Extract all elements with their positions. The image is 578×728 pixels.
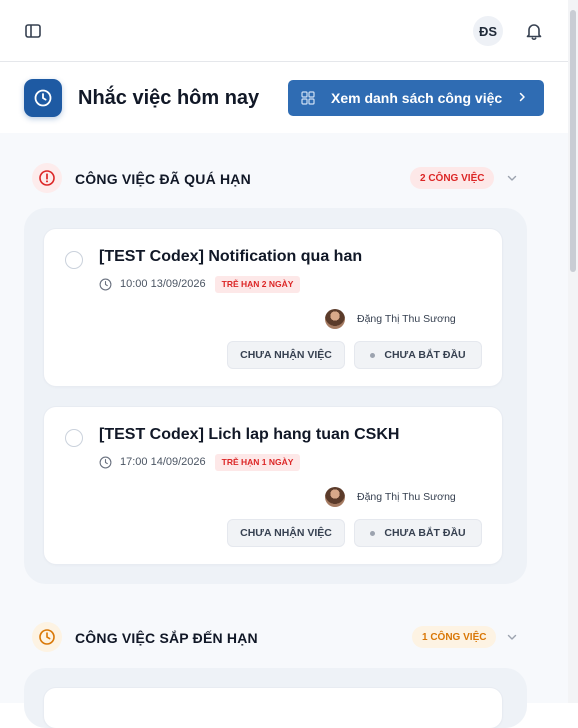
overdue-section-title: CÔNG VIỆC ĐÃ QUÁ HẠN [75, 171, 251, 187]
assignee-avatar [325, 487, 345, 507]
view-task-list-button[interactable]: Xem danh sách công việc [288, 80, 544, 116]
task-due-time: 10:00 13/09/2026 [120, 278, 206, 290]
task-card[interactable] [44, 688, 502, 728]
accept-task-button[interactable]: CHƯA NHẬN VIỆC [227, 341, 345, 369]
assignee-name: Đặng Thị Thu Sương [357, 491, 456, 503]
overdue-task-group: [TEST Codex] Notification qua han 10:00 … [24, 208, 527, 584]
status-dot [370, 352, 376, 358]
clock-icon [32, 622, 62, 652]
upcoming-count-badge: 1 CÔNG VIỆC [412, 626, 497, 648]
status-dot [370, 530, 376, 536]
top-bar: ĐS [0, 0, 568, 62]
task-assignee: Đặng Thị Thu Sương [325, 487, 456, 507]
task-card[interactable]: [TEST Codex] Notification qua han 10:00 … [44, 229, 502, 386]
upcoming-section-header[interactable]: CÔNG VIỆC SẮP ĐẾN HẠN 1 CÔNG VIỆC [0, 616, 568, 662]
view-task-list-label: Xem danh sách công việc [331, 90, 503, 106]
overdue-section-header[interactable]: CÔNG VIỆC ĐÃ QUÁ HẠN 2 CÔNG VIỆC [0, 157, 568, 203]
task-card[interactable]: [TEST Codex] Lich lap hang tuan CSKH 17:… [44, 407, 502, 564]
upcoming-task-group [24, 668, 527, 728]
chevron-down-icon[interactable] [505, 630, 519, 644]
task-meta: 10:00 13/09/2026 TRỄ HẠN 2 NGÀY [99, 275, 301, 293]
late-badge: TRỄ HẠN 1 NGÀY [214, 453, 301, 471]
task-meta: 17:00 14/09/2026 TRỄ HẠN 1 NGÀY [99, 453, 301, 471]
alert-circle-icon [32, 163, 62, 193]
assignee-name: Đặng Thị Thu Sương [357, 313, 456, 325]
task-complete-radio[interactable] [65, 251, 83, 269]
task-title[interactable]: [TEST Codex] Lich lap hang tuan CSKH [99, 426, 399, 444]
scrollbar-thumb[interactable] [570, 10, 576, 272]
task-status-label: CHƯA BẮT ĐẦU [384, 349, 466, 361]
task-complete-radio[interactable] [65, 429, 83, 447]
task-status-button[interactable]: CHƯA BẮT ĐẦU [354, 519, 482, 547]
clock-icon [99, 456, 112, 468]
task-assignee: Đặng Thị Thu Sương [325, 309, 456, 329]
task-status-label: CHƯA BẮT ĐẦU [384, 527, 466, 539]
chevron-right-icon [519, 92, 525, 102]
late-badge: TRỄ HẠN 2 NGÀY [214, 275, 301, 293]
bell-icon[interactable] [524, 21, 544, 41]
overdue-count-badge: 2 CÔNG VIỆC [410, 167, 495, 189]
accept-task-button[interactable]: CHƯA NHẬN VIỆC [227, 519, 345, 547]
upcoming-section-title: CÔNG VIỆC SẮP ĐẾN HẠN [75, 630, 258, 646]
task-status-button[interactable]: CHƯA BẮT ĐẦU [354, 341, 482, 369]
assignee-avatar [325, 309, 345, 329]
user-avatar-button[interactable]: ĐS [473, 16, 503, 46]
content-area: CÔNG VIỆC ĐÃ QUÁ HẠN 2 CÔNG VIỆC [TEST C… [0, 133, 568, 728]
task-title[interactable]: [TEST Codex] Notification qua han [99, 248, 362, 266]
chevron-down-icon[interactable] [505, 171, 519, 185]
sidebar-toggle-icon[interactable] [24, 22, 42, 40]
task-due-time: 17:00 14/09/2026 [120, 456, 206, 468]
grid-icon [301, 91, 315, 105]
clock-icon [99, 278, 112, 290]
page-title: Nhắc việc hôm nay [78, 87, 260, 109]
page-header: Nhắc việc hôm nay Xem danh sách công việ… [0, 63, 568, 133]
title-clock-icon [24, 79, 62, 117]
